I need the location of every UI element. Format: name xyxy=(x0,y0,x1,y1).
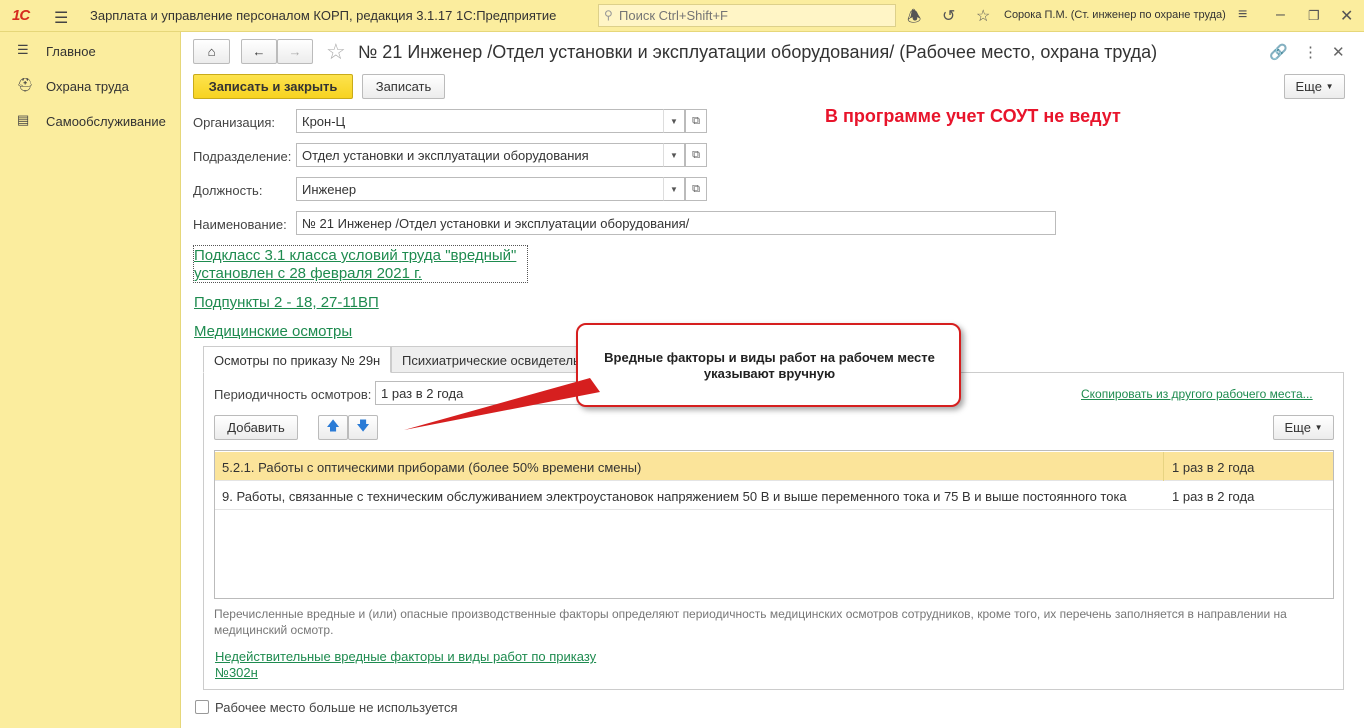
callout-pointer xyxy=(404,378,600,430)
